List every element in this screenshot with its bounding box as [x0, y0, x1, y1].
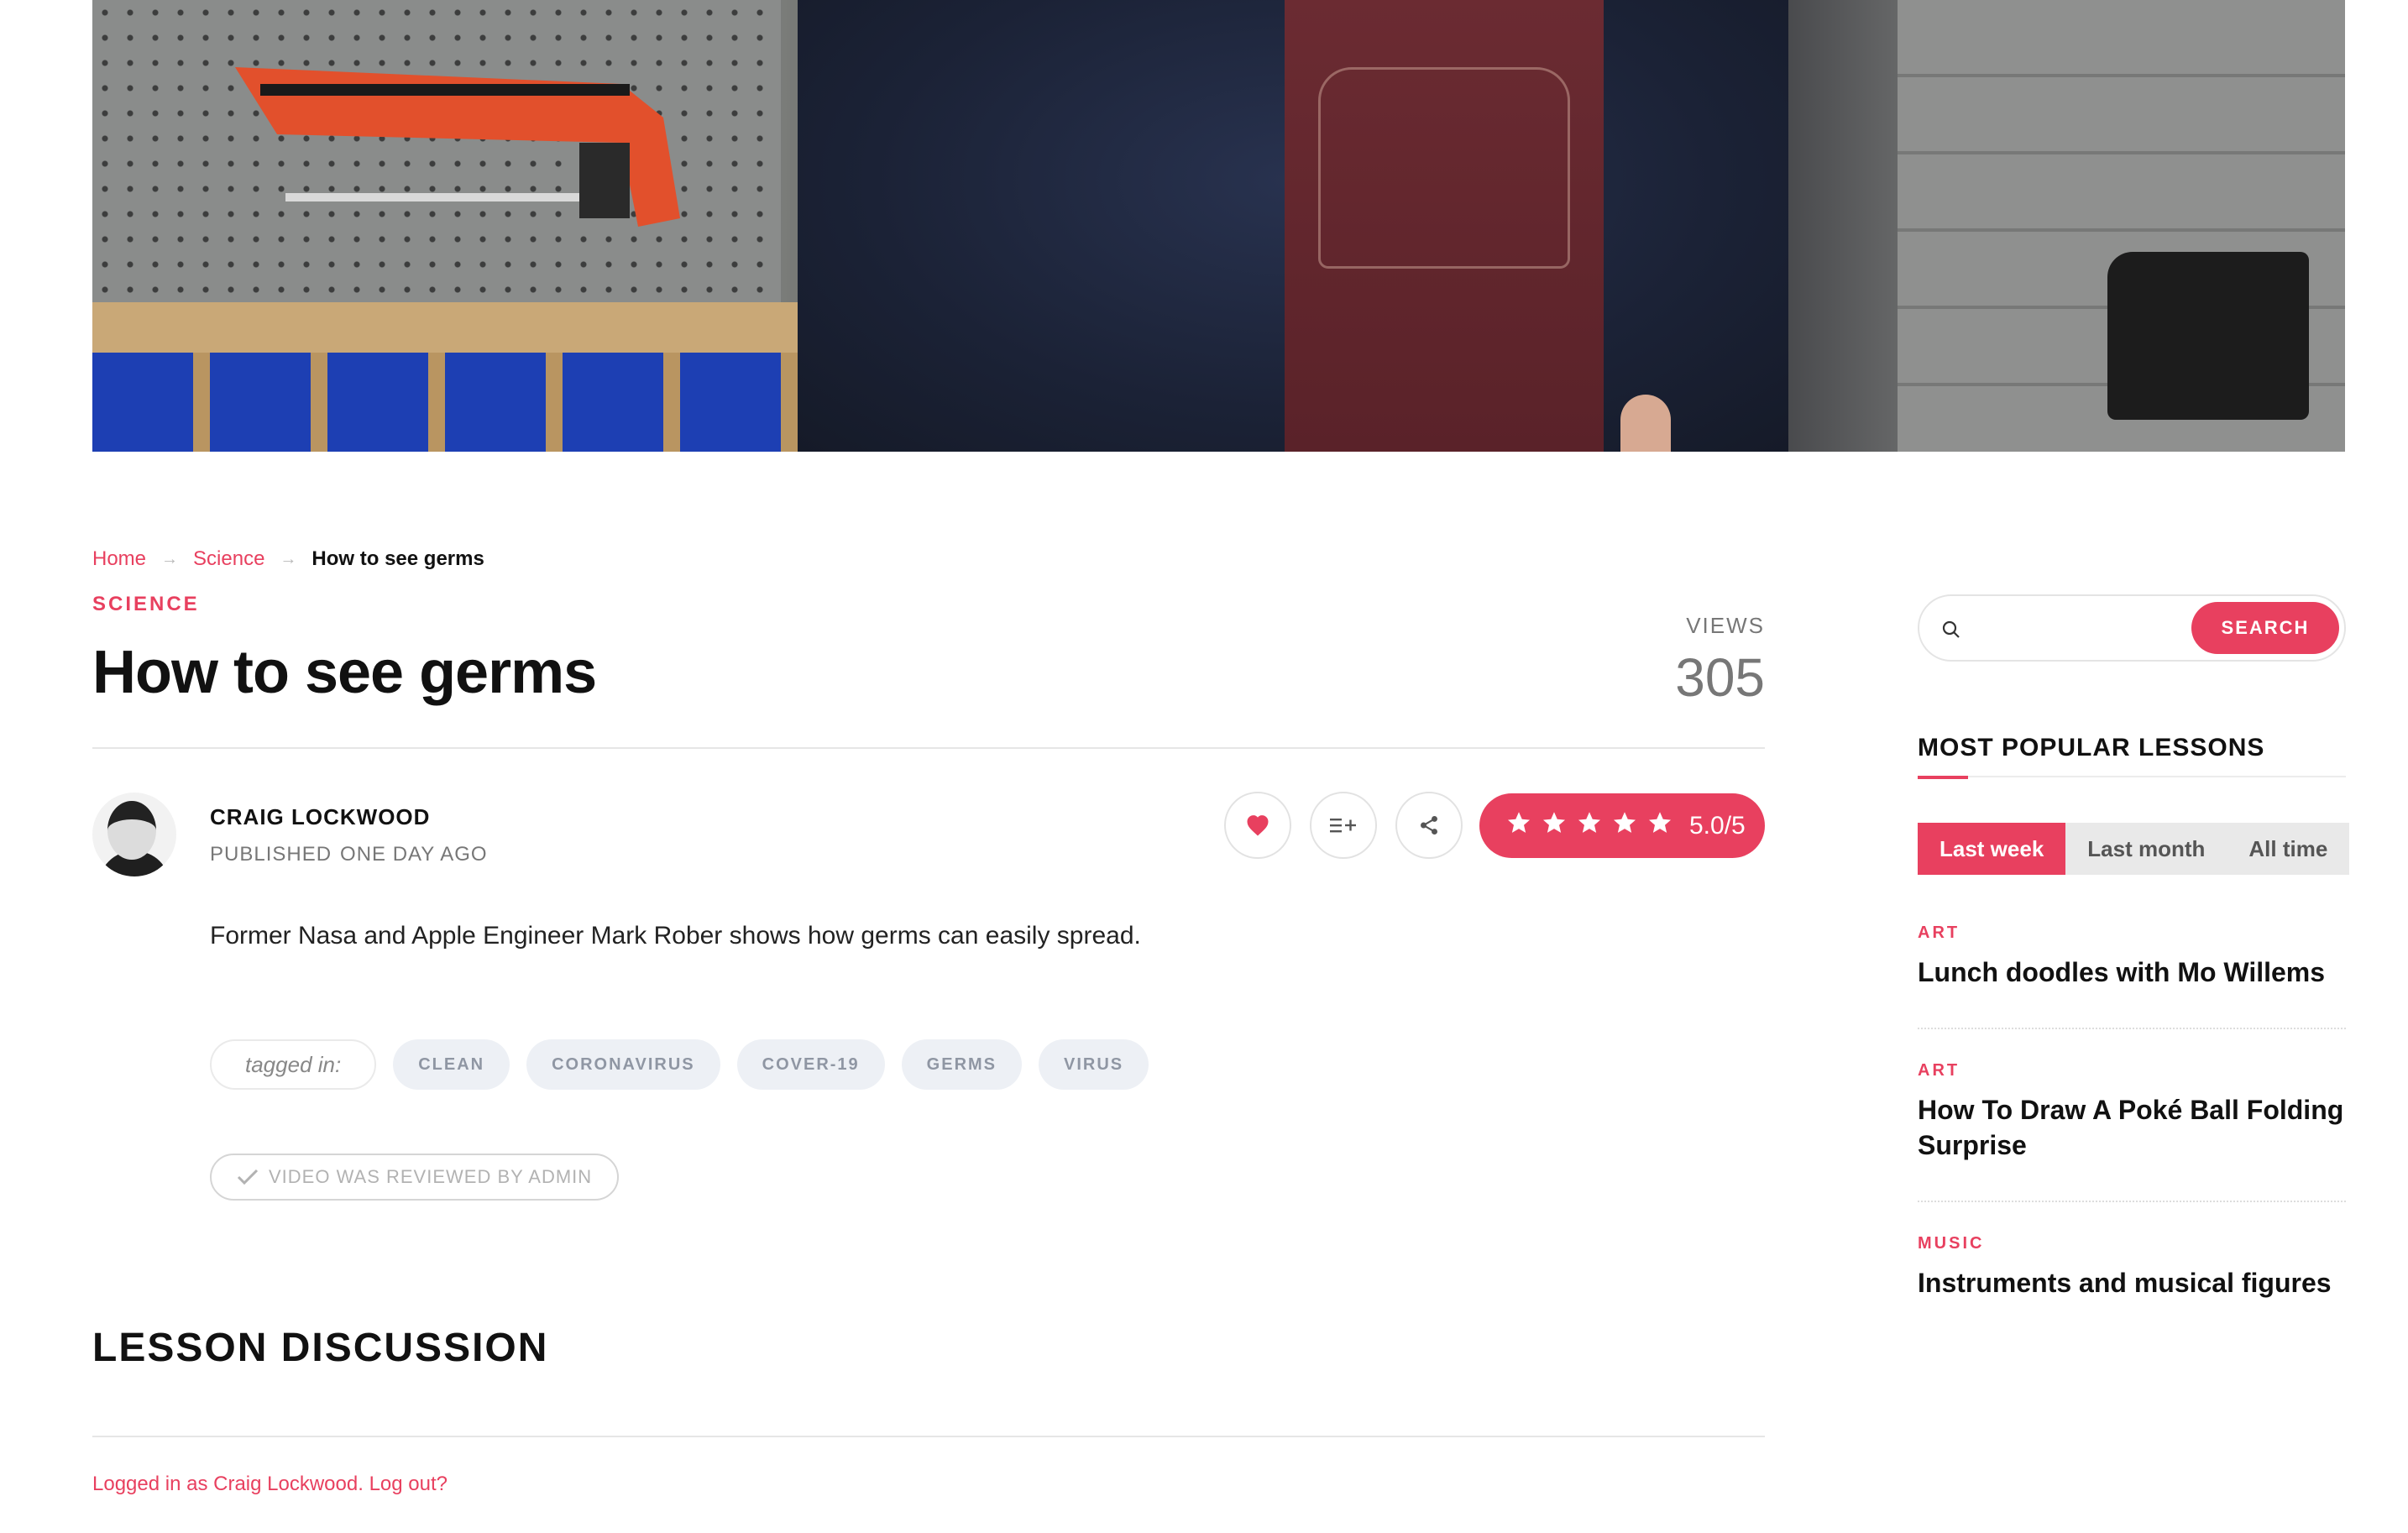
reviewed-badge: VIDEO WAS REVIEWED BY ADMIN: [210, 1154, 620, 1201]
popular-lesson-title[interactable]: Instruments and musical figures: [1918, 1265, 2346, 1300]
published-info: PUBLISHED ONE DAY AGO: [210, 843, 488, 866]
rating-button[interactable]: 5.0/5: [1479, 793, 1765, 858]
views-label: VIEWS: [1686, 613, 1765, 638]
breadcrumb-home-link[interactable]: Home: [92, 547, 146, 571]
add-to-playlist-button[interactable]: [1310, 792, 1377, 859]
published-label: PUBLISHED: [210, 843, 332, 866]
discussion-divider: [92, 1436, 1765, 1437]
popular-lesson-item[interactable]: MUSIC Instruments and musical figures: [1918, 1234, 2346, 1300]
search-input[interactable]: [1978, 608, 2180, 650]
playlist-add-icon: [1330, 819, 1356, 833]
popular-lesson-category[interactable]: ART: [1918, 1061, 2346, 1080]
star-icon[interactable]: [1542, 810, 1567, 835]
tab-all-time[interactable]: All time: [2227, 823, 2350, 875]
shirt-graphic: [1318, 67, 1570, 269]
star-icon[interactable]: [1647, 810, 1673, 835]
breadcrumb: Home → Science → How to see germs: [92, 547, 484, 571]
search-box: SEARCH: [1918, 594, 2346, 662]
check-icon: [237, 1169, 259, 1185]
hand: [1620, 395, 1671, 452]
reviewed-text: VIDEO WAS REVIEWED BY ADMIN: [269, 1166, 593, 1187]
popular-lesson-category[interactable]: MUSIC: [1918, 1234, 2346, 1253]
lesson-separator: [1918, 1201, 2346, 1202]
popular-lesson-item[interactable]: ART Lunch doodles with Mo Willems: [1918, 923, 2346, 990]
logout-link[interactable]: Log out?: [369, 1473, 448, 1495]
bench-vise: [2107, 252, 2309, 420]
logged-in-status: Logged in as Craig Lockwood. Log out?: [92, 1473, 448, 1495]
search-button[interactable]: SEARCH: [2191, 602, 2339, 654]
profile-link[interactable]: Logged in as Craig Lockwood: [92, 1473, 358, 1495]
lesson-video-frame[interactable]: [92, 0, 2345, 452]
tab-last-week[interactable]: Last week: [1918, 823, 2066, 875]
popular-title-underline: [1918, 776, 2346, 779]
rating-stars: [1506, 810, 1683, 842]
popular-lessons-title: MOST POPULAR LESSONS: [1918, 734, 2265, 761]
breadcrumb-current: How to see germs: [311, 547, 484, 570]
popular-lesson-category[interactable]: ART: [1918, 923, 2346, 943]
tab-last-month[interactable]: Last month: [2065, 823, 2227, 875]
tag-germs[interactable]: GERMS: [901, 1039, 1023, 1090]
popular-filter-tabs: Last week Last month All time: [1918, 823, 2350, 875]
published-date: ONE DAY AGO: [340, 843, 488, 866]
arrow-right-icon: →: [161, 549, 179, 568]
tag-cover-19[interactable]: COVER-19: [736, 1039, 885, 1090]
avatar[interactable]: [92, 793, 176, 876]
views-count: 305: [1675, 647, 1765, 708]
arrow-right-icon: →: [280, 549, 297, 568]
tag-coronavirus[interactable]: CORONAVIRUS: [526, 1039, 720, 1090]
tagged-in-label: tagged in:: [210, 1039, 377, 1090]
lesson-description: Former Nasa and Apple Engineer Mark Robe…: [210, 922, 1141, 950]
popular-lesson-title[interactable]: How To Draw A Poké Ball Folding Surprise: [1918, 1092, 2346, 1163]
tag-list: tagged in: CLEAN CORONAVIRUS COVER-19 GE…: [210, 1039, 1165, 1090]
share-button[interactable]: [1395, 792, 1463, 859]
tag-clean[interactable]: CLEAN: [393, 1039, 510, 1090]
page-title: How to see germs: [92, 639, 597, 706]
popular-lesson-item[interactable]: ART How To Draw A Poké Ball Folding Surp…: [1918, 1061, 2346, 1163]
favorite-button[interactable]: [1224, 792, 1291, 859]
popular-lesson-title[interactable]: Lunch doodles with Mo Willems: [1918, 955, 2346, 990]
rating-score: 5.0/5: [1689, 811, 1746, 840]
discussion-heading: LESSON DISCUSSION: [92, 1326, 549, 1370]
tag-virus[interactable]: VIRUS: [1039, 1039, 1149, 1090]
author-name[interactable]: CRAIG LOCKWOOD: [210, 804, 430, 830]
lesson-category[interactable]: SCIENCE: [92, 593, 200, 616]
star-icon[interactable]: [1577, 810, 1602, 835]
star-icon[interactable]: [1506, 810, 1531, 835]
heart-icon: [1247, 815, 1269, 836]
title-divider: [92, 747, 1765, 749]
lesson-separator: [1918, 1028, 2346, 1029]
breadcrumb-science-link[interactable]: Science: [193, 547, 264, 571]
search-icon: [1942, 620, 1960, 638]
hacksaw-image: [235, 67, 680, 227]
star-icon[interactable]: [1612, 810, 1637, 835]
share-icon: [1421, 815, 1437, 835]
